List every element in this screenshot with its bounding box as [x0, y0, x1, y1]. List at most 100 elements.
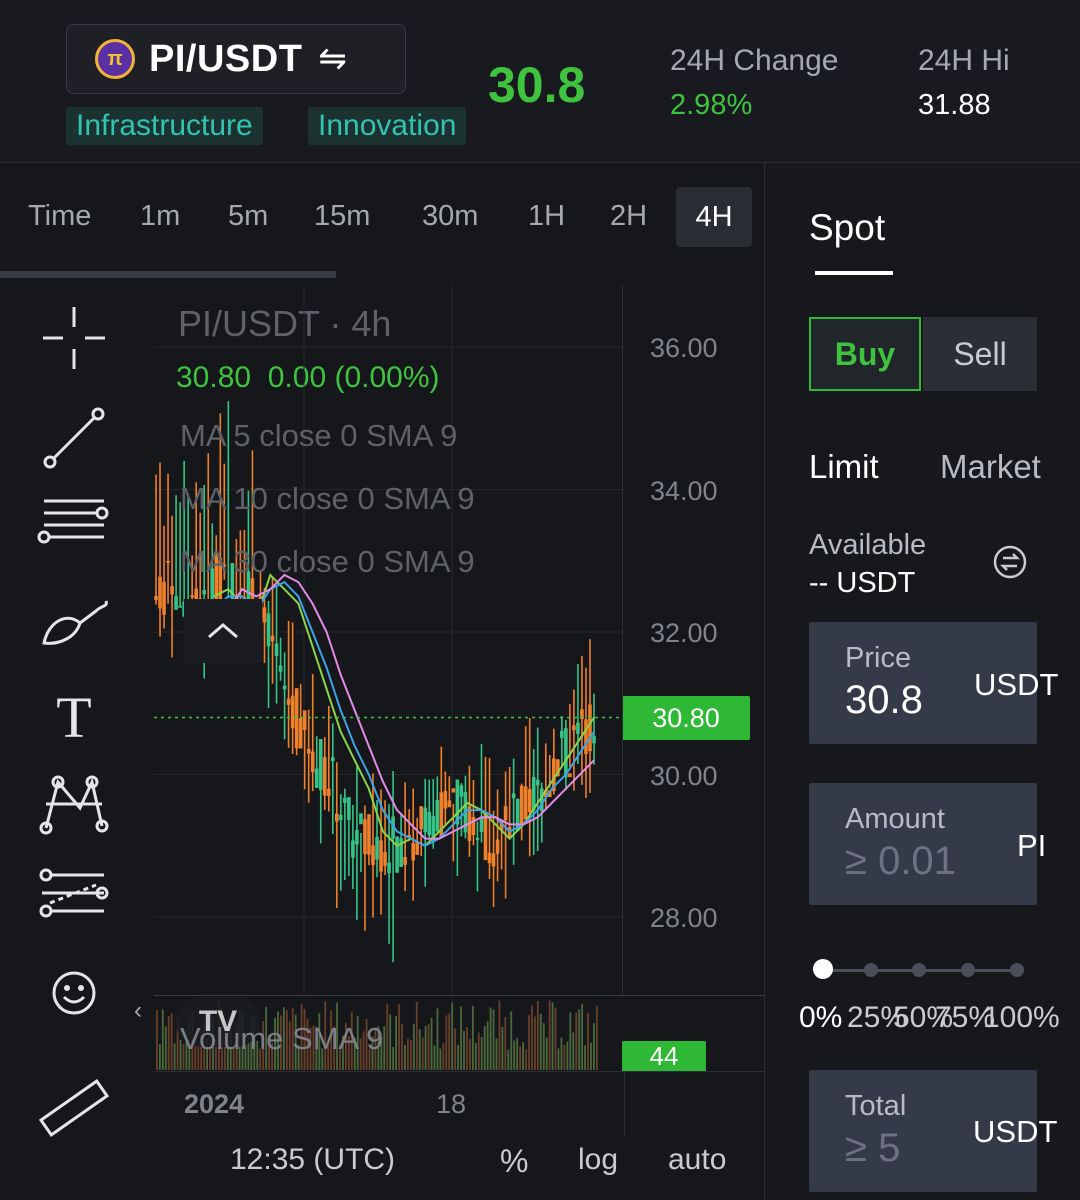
- buy-button[interactable]: Buy: [809, 317, 921, 391]
- volume-bar: [581, 1004, 584, 1070]
- brush-icon[interactable]: [24, 593, 124, 658]
- forecast-icon[interactable]: [24, 863, 124, 938]
- pattern-icon[interactable]: [24, 768, 124, 843]
- candle-body: [511, 793, 516, 799]
- y-tick-32: 32.00: [650, 618, 718, 648]
- volume-bar: [575, 1012, 578, 1070]
- amount-input[interactable]: ≥ 0.01: [845, 839, 965, 884]
- volume-bar: [463, 1030, 465, 1070]
- spot-tab[interactable]: Spot: [809, 207, 885, 249]
- candle-body: [560, 730, 564, 739]
- horizontal-lines-icon[interactable]: [24, 493, 124, 558]
- volume-bar: [395, 1016, 397, 1070]
- volume-bar: [551, 1002, 554, 1070]
- candle-body: [331, 757, 335, 762]
- timezone-button[interactable]: 12:35 (UTC): [230, 1143, 395, 1177]
- candle-body: [322, 757, 327, 796]
- volume-bar: [469, 1038, 471, 1070]
- candle-body: [395, 836, 399, 873]
- candle-body: [568, 773, 572, 778]
- slider-stop-75[interactable]: [961, 963, 975, 977]
- crosshair-icon[interactable]: [24, 303, 124, 378]
- candle-body: [379, 840, 383, 872]
- candle-body: [162, 581, 166, 615]
- ma10-label: MA 10 close 0 SMA 9: [180, 481, 475, 516]
- y-tick-34: 34.00: [650, 476, 718, 506]
- price-input[interactable]: 30.8: [845, 678, 923, 723]
- trend-line-icon[interactable]: [24, 403, 124, 478]
- candle-body: [475, 837, 480, 840]
- market-order-tab[interactable]: Market: [940, 448, 1041, 486]
- candle-body: [302, 710, 307, 731]
- text-tool-icon[interactable]: T: [24, 683, 124, 753]
- candle-body: [483, 813, 488, 861]
- candle-body: [564, 728, 568, 778]
- collapse-legend-button[interactable]: [184, 599, 262, 663]
- tf-1m[interactable]: 1m: [126, 193, 194, 251]
- candle-body: [306, 748, 311, 754]
- volume-bar: [560, 1037, 563, 1070]
- log-scale-button[interactable]: log: [578, 1143, 618, 1177]
- amount-field[interactable]: Amount ≥ 0.01: [809, 783, 1037, 905]
- slider-stop-25[interactable]: [864, 963, 878, 977]
- tf-15m[interactable]: 15m: [300, 193, 384, 251]
- expand-toolbar-icon[interactable]: ‹: [134, 997, 142, 1025]
- volume-bar: [383, 1026, 386, 1070]
- total-input[interactable]: ≥ 5: [845, 1126, 923, 1171]
- volume-bar: [386, 1004, 389, 1070]
- volume-bar: [480, 1037, 483, 1070]
- percent-scale-button[interactable]: %: [500, 1143, 528, 1180]
- candle-body: [371, 845, 375, 866]
- auto-scale-button[interactable]: auto: [668, 1143, 726, 1177]
- tf-2h[interactable]: 2H: [596, 193, 661, 251]
- price-axis-divider: [622, 285, 623, 995]
- transfer-icon[interactable]: [993, 545, 1027, 579]
- slider-stop-100[interactable]: [1010, 963, 1024, 977]
- slider-stop-50[interactable]: [912, 963, 926, 977]
- spot-tab-underline: [815, 271, 893, 275]
- volume-bar: [418, 1029, 421, 1070]
- candle-body: [443, 790, 448, 809]
- candle-body: [576, 722, 580, 734]
- volume-bar: [507, 1049, 510, 1070]
- tf-time[interactable]: Time: [14, 193, 105, 251]
- candle-body: [423, 807, 428, 833]
- volume-bar: [569, 1012, 572, 1070]
- ruler-icon[interactable]: [24, 1073, 124, 1148]
- tf-30m[interactable]: 30m: [408, 193, 492, 251]
- emoji-icon[interactable]: [24, 963, 124, 1028]
- tag-infrastructure[interactable]: Infrastructure: [66, 107, 263, 145]
- candle-body: [584, 719, 588, 755]
- volume-bar: [439, 1048, 442, 1070]
- candle-body: [572, 725, 576, 731]
- volume-bar: [442, 1043, 445, 1070]
- axis-corner-divider: [624, 1071, 625, 1137]
- volume-bar: [539, 1013, 542, 1070]
- amount-unit: PI: [1017, 828, 1047, 863]
- candle-body: [495, 839, 500, 854]
- percent-slider-handle[interactable]: [813, 959, 833, 979]
- tf-4h[interactable]: 4H: [676, 187, 752, 247]
- candle-body: [274, 643, 279, 657]
- x-tick-2024: 2024: [184, 1089, 245, 1119]
- limit-order-tab[interactable]: Limit: [809, 448, 879, 486]
- volume-bar: [522, 1042, 524, 1070]
- tag-innovation[interactable]: Innovation: [308, 107, 467, 145]
- volume-bar: [167, 1016, 170, 1070]
- volume-bar: [477, 1032, 480, 1070]
- volume-bar: [412, 1024, 415, 1070]
- candle-body: [310, 751, 315, 773]
- tf-5m[interactable]: 5m: [214, 193, 282, 251]
- volume-tag: 44: [622, 1041, 706, 1071]
- candle-body: [339, 815, 343, 820]
- candle-body: [519, 785, 524, 825]
- volume-bar: [492, 1009, 495, 1070]
- candle-body: [170, 586, 174, 595]
- candle-body: [359, 813, 363, 825]
- volume-bar: [161, 1009, 164, 1070]
- candle-body: [318, 739, 323, 791]
- y-tick-36: 36.00: [650, 333, 718, 363]
- sell-button[interactable]: Sell: [923, 317, 1037, 391]
- pair-selector-button[interactable]: π PI/USDT ⇋: [66, 24, 406, 94]
- tf-1h[interactable]: 1H: [514, 193, 579, 251]
